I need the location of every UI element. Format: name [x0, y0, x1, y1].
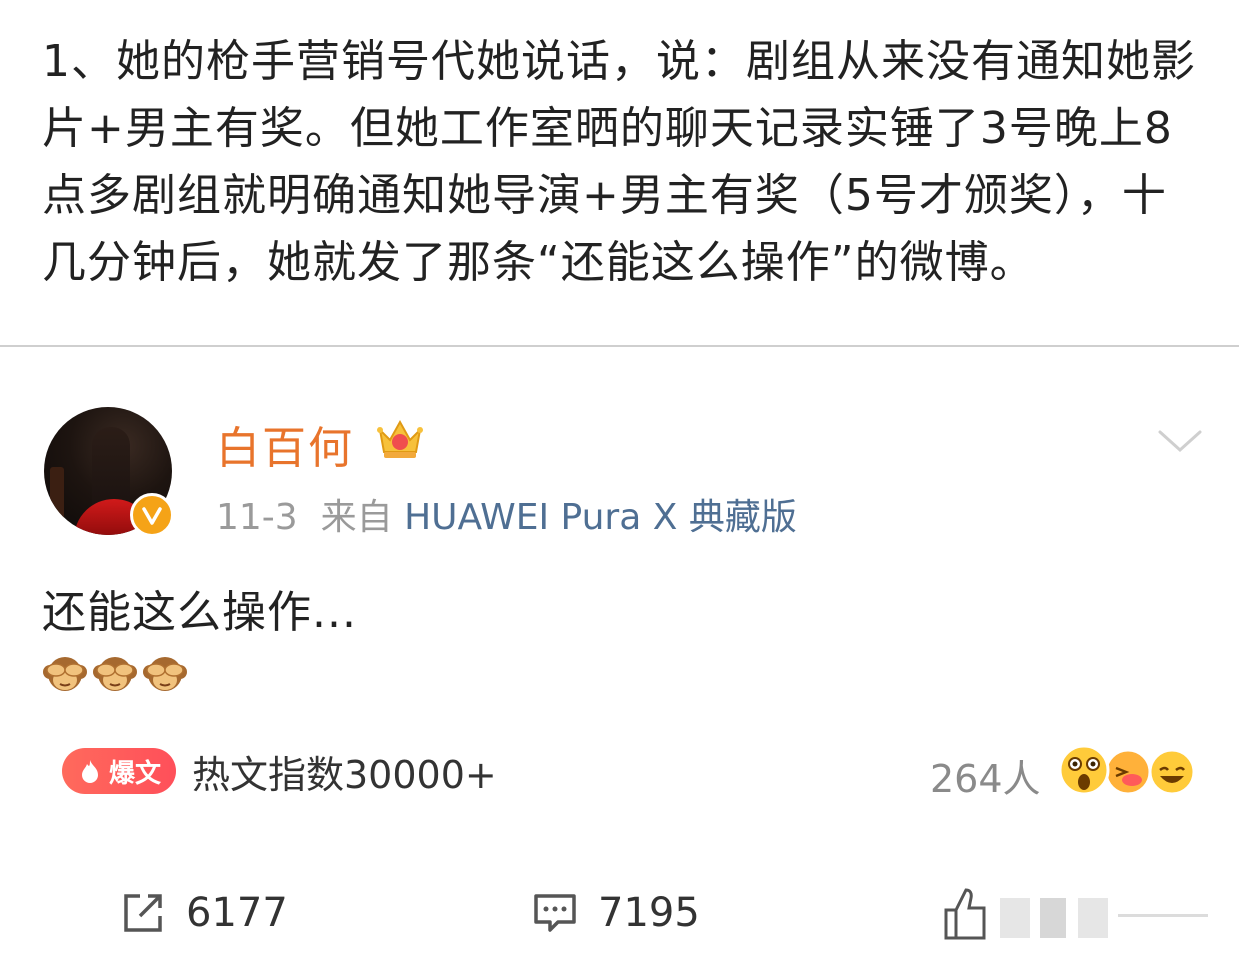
- article-text: 1、她的枪手营销号代她说话，说：剧组从来没有通知她影片+男主有奖。但她工作室晒的…: [42, 36, 1196, 288]
- divider: [0, 345, 1239, 347]
- monkey-see-no-evil-icon: [143, 657, 187, 691]
- reactor-count[interactable]: 264人: [930, 748, 1041, 803]
- post-date: 11-3: [216, 497, 298, 538]
- device-link[interactable]: HUAWEI Pura X 典藏版: [404, 497, 797, 538]
- crown-icon: [377, 419, 423, 458]
- hot-badge-label: 爆文: [108, 758, 161, 789]
- hot-index[interactable]: 热文指数30000+: [192, 744, 497, 799]
- verified-badge-icon: [130, 493, 174, 537]
- monkey-see-no-evil-icon: [43, 657, 87, 691]
- comment-count: 7195: [598, 890, 700, 936]
- share-icon: [124, 894, 162, 932]
- post-text: 还能这么操作...: [42, 587, 357, 638]
- like-button[interactable]: [940, 884, 1212, 944]
- comment-button[interactable]: 7195: [530, 888, 700, 938]
- avatar-background: [50, 467, 64, 527]
- monkey-see-no-evil-icon: [93, 657, 137, 691]
- comment-icon: [534, 894, 576, 932]
- reaction-faces-icon[interactable]: [1056, 742, 1200, 798]
- chevron-down-icon[interactable]: [1156, 424, 1204, 458]
- author-name[interactable]: 白百何: [216, 412, 354, 476]
- source-prefix: 来自: [320, 497, 393, 538]
- share-button[interactable]: 6177: [118, 888, 288, 938]
- hot-badge[interactable]: 爆文: [62, 748, 176, 794]
- share-count: 6177: [186, 890, 288, 936]
- emoji-row: [42, 650, 188, 696]
- flame-icon: [81, 760, 98, 783]
- post-meta: 11-3 来自 HUAWEI Pura X 典藏版: [216, 488, 797, 540]
